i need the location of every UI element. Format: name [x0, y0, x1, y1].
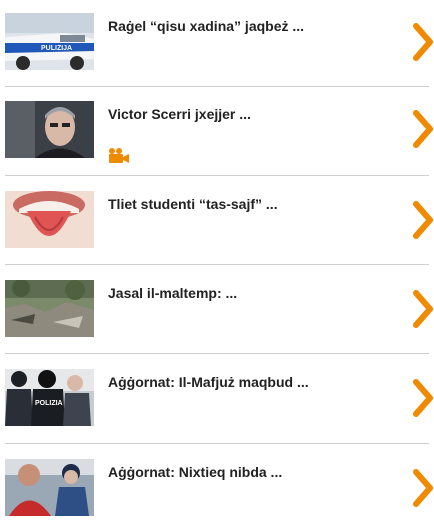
chevron-right-icon[interactable] — [412, 109, 434, 149]
storm-debris-photo[interactable] — [5, 280, 94, 337]
news-list: PULIZIJA Raġel “qisu xadina” jaqbeż ... — [0, 0, 434, 516]
list-item[interactable]: Tliet studenti “tas-sajf” ... — [0, 176, 434, 265]
chevron-right-icon[interactable] — [412, 289, 434, 329]
item-title[interactable]: Victor Scerri jxejjer ... — [108, 106, 370, 123]
item-title[interactable]: Aġġornat: Il-Mafjuż maqbud ... — [108, 374, 370, 391]
video-camera-icon — [109, 148, 129, 163]
item-title[interactable]: Raġel “qisu xadina” jaqbeż ... — [108, 18, 370, 35]
list-item[interactable]: POLIZIA Aġġornat: Il-Mafjuż maqbud ... — [0, 354, 434, 444]
item-title[interactable]: Aġġornat: Nixtieq nibda ... — [108, 464, 370, 481]
man-escorted-photo[interactable] — [5, 459, 94, 516]
chevron-right-icon[interactable] — [412, 378, 434, 418]
svg-text:PULIZIJA: PULIZIJA — [41, 45, 72, 52]
chevron-right-icon[interactable] — [412, 200, 434, 240]
police-car-photo[interactable]: PULIZIJA — [5, 13, 94, 70]
list-item[interactable]: Jasal il-maltemp: ... — [0, 265, 434, 354]
man-portrait-photo[interactable] — [5, 101, 94, 158]
item-title[interactable]: Tliet studenti “tas-sajf” ... — [108, 196, 370, 213]
chevron-right-icon[interactable] — [412, 468, 434, 508]
list-item[interactable]: PULIZIJA Raġel “qisu xadina” jaqbeż ... — [0, 0, 434, 87]
svg-text:POLIZIA: POLIZIA — [35, 400, 63, 407]
tongue-photo[interactable] — [5, 191, 94, 248]
chevron-right-icon[interactable] — [412, 22, 434, 62]
item-title[interactable]: Jasal il-maltemp: ... — [108, 285, 370, 302]
police-arrest-photo[interactable]: POLIZIA — [5, 369, 94, 426]
list-item[interactable]: Aġġornat: Nixtieq nibda ... — [0, 444, 434, 530]
list-item[interactable]: Victor Scerri jxejjer ... — [0, 87, 434, 176]
